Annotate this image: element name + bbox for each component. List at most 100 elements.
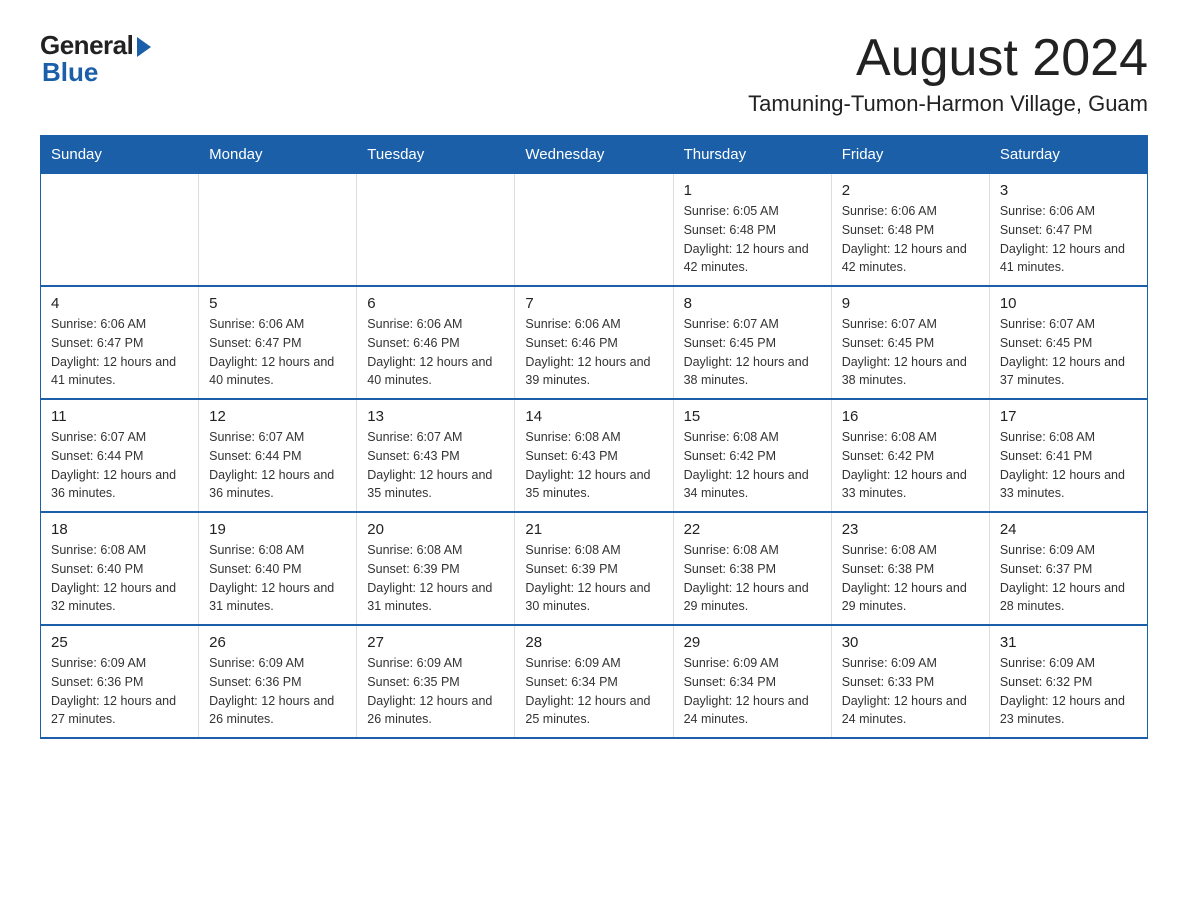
day-number: 5 xyxy=(209,295,346,312)
table-row: 18 Sunrise: 6:08 AMSunset: 6:40 PMDayligh… xyxy=(41,512,199,625)
day-info: Sunrise: 6:06 AMSunset: 6:47 PMDaylight:… xyxy=(209,315,346,390)
header-thursday: Thursday xyxy=(673,136,831,174)
day-number: 15 xyxy=(684,408,821,425)
day-number: 13 xyxy=(367,408,504,425)
day-info: Sunrise: 6:08 AMSunset: 6:38 PMDaylight:… xyxy=(842,541,979,616)
location-title: Tamuning-Tumon-Harmon Village, Guam xyxy=(748,91,1148,117)
day-number: 6 xyxy=(367,295,504,312)
day-info: Sunrise: 6:09 AMSunset: 6:35 PMDaylight:… xyxy=(367,654,504,729)
table-row: 28 Sunrise: 6:09 AMSunset: 6:34 PMDayligh… xyxy=(515,625,673,738)
table-row: 6 Sunrise: 6:06 AMSunset: 6:46 PMDaylight… xyxy=(357,286,515,399)
table-row: 11 Sunrise: 6:07 AMSunset: 6:44 PMDayligh… xyxy=(41,399,199,512)
day-info: Sunrise: 6:08 AMSunset: 6:43 PMDaylight:… xyxy=(525,428,662,503)
day-info: Sunrise: 6:08 AMSunset: 6:42 PMDaylight:… xyxy=(842,428,979,503)
table-row xyxy=(515,174,673,287)
table-row: 25 Sunrise: 6:09 AMSunset: 6:36 PMDayligh… xyxy=(41,625,199,738)
day-info: Sunrise: 6:07 AMSunset: 6:44 PMDaylight:… xyxy=(51,428,188,503)
table-row: 27 Sunrise: 6:09 AMSunset: 6:35 PMDayligh… xyxy=(357,625,515,738)
day-number: 30 xyxy=(842,634,979,651)
day-info: Sunrise: 6:09 AMSunset: 6:34 PMDaylight:… xyxy=(684,654,821,729)
day-number: 20 xyxy=(367,521,504,538)
day-info: Sunrise: 6:08 AMSunset: 6:39 PMDaylight:… xyxy=(367,541,504,616)
day-number: 11 xyxy=(51,408,188,425)
day-number: 27 xyxy=(367,634,504,651)
day-info: Sunrise: 6:07 AMSunset: 6:44 PMDaylight:… xyxy=(209,428,346,503)
day-info: Sunrise: 6:06 AMSunset: 6:48 PMDaylight:… xyxy=(842,202,979,277)
day-number: 28 xyxy=(525,634,662,651)
logo-blue-text: Blue xyxy=(42,57,98,88)
logo: General Blue xyxy=(40,30,151,88)
day-info: Sunrise: 6:09 AMSunset: 6:36 PMDaylight:… xyxy=(51,654,188,729)
table-row: 5 Sunrise: 6:06 AMSunset: 6:47 PMDaylight… xyxy=(199,286,357,399)
logo-arrow-icon xyxy=(137,37,151,57)
day-number: 22 xyxy=(684,521,821,538)
day-info: Sunrise: 6:09 AMSunset: 6:34 PMDaylight:… xyxy=(525,654,662,729)
table-row: 2Sunrise: 6:06 AMSunset: 6:48 PMDaylight… xyxy=(831,174,989,287)
day-info: Sunrise: 6:06 AMSunset: 6:47 PMDaylight:… xyxy=(51,315,188,390)
day-number: 7 xyxy=(525,295,662,312)
table-row: 20 Sunrise: 6:08 AMSunset: 6:39 PMDayligh… xyxy=(357,512,515,625)
day-number: 21 xyxy=(525,521,662,538)
day-number: 18 xyxy=(51,521,188,538)
calendar-body: 1Sunrise: 6:05 AMSunset: 6:48 PMDaylight… xyxy=(41,174,1148,739)
table-row: 17 Sunrise: 6:08 AMSunset: 6:41 PMDayligh… xyxy=(989,399,1147,512)
table-row: 3Sunrise: 6:06 AMSunset: 6:47 PMDaylight… xyxy=(989,174,1147,287)
header-sunday: Sunday xyxy=(41,136,199,174)
day-info: Sunrise: 6:05 AMSunset: 6:48 PMDaylight:… xyxy=(684,202,821,277)
day-number: 9 xyxy=(842,295,979,312)
day-info: Sunrise: 6:06 AMSunset: 6:46 PMDaylight:… xyxy=(367,315,504,390)
day-number: 14 xyxy=(525,408,662,425)
table-row: 24 Sunrise: 6:09 AMSunset: 6:37 PMDayligh… xyxy=(989,512,1147,625)
table-row: 12Sunrise: 6:07 AMSunset: 6:44 PMDayligh… xyxy=(199,399,357,512)
day-info: Sunrise: 6:08 AMSunset: 6:41 PMDaylight:… xyxy=(1000,428,1137,503)
day-number: 4 xyxy=(51,295,188,312)
calendar-header: Sunday Monday Tuesday Wednesday Thursday… xyxy=(41,136,1148,174)
day-number: 29 xyxy=(684,634,821,651)
day-info: Sunrise: 6:09 AMSunset: 6:33 PMDaylight:… xyxy=(842,654,979,729)
header-friday: Friday xyxy=(831,136,989,174)
table-row xyxy=(357,174,515,287)
header-monday: Monday xyxy=(199,136,357,174)
day-number: 23 xyxy=(842,521,979,538)
day-number: 19 xyxy=(209,521,346,538)
day-number: 25 xyxy=(51,634,188,651)
table-row: 29 Sunrise: 6:09 AMSunset: 6:34 PMDayligh… xyxy=(673,625,831,738)
day-info: Sunrise: 6:08 AMSunset: 6:40 PMDaylight:… xyxy=(209,541,346,616)
table-row: 21 Sunrise: 6:08 AMSunset: 6:39 PMDayligh… xyxy=(515,512,673,625)
table-row: 10Sunrise: 6:07 AMSunset: 6:45 PMDayligh… xyxy=(989,286,1147,399)
table-row: 26 Sunrise: 6:09 AMSunset: 6:36 PMDayligh… xyxy=(199,625,357,738)
month-year-title: August 2024 xyxy=(748,30,1148,87)
table-row: 8Sunrise: 6:07 AMSunset: 6:45 PMDaylight… xyxy=(673,286,831,399)
day-info: Sunrise: 6:07 AMSunset: 6:43 PMDaylight:… xyxy=(367,428,504,503)
table-row: 30 Sunrise: 6:09 AMSunset: 6:33 PMDayligh… xyxy=(831,625,989,738)
table-row: 23 Sunrise: 6:08 AMSunset: 6:38 PMDayligh… xyxy=(831,512,989,625)
table-row: 1Sunrise: 6:05 AMSunset: 6:48 PMDaylight… xyxy=(673,174,831,287)
day-number: 10 xyxy=(1000,295,1137,312)
day-number: 26 xyxy=(209,634,346,651)
table-row: 7 Sunrise: 6:06 AMSunset: 6:46 PMDaylight… xyxy=(515,286,673,399)
calendar-table: Sunday Monday Tuesday Wednesday Thursday… xyxy=(40,135,1148,739)
day-info: Sunrise: 6:08 AMSunset: 6:39 PMDaylight:… xyxy=(525,541,662,616)
day-info: Sunrise: 6:06 AMSunset: 6:46 PMDaylight:… xyxy=(525,315,662,390)
header-tuesday: Tuesday xyxy=(357,136,515,174)
table-row: 13 Sunrise: 6:07 AMSunset: 6:43 PMDayligh… xyxy=(357,399,515,512)
day-info: Sunrise: 6:08 AMSunset: 6:42 PMDaylight:… xyxy=(684,428,821,503)
header-saturday: Saturday xyxy=(989,136,1147,174)
day-info: Sunrise: 6:09 AMSunset: 6:37 PMDaylight:… xyxy=(1000,541,1137,616)
day-number: 17 xyxy=(1000,408,1137,425)
table-row: 9 Sunrise: 6:07 AMSunset: 6:45 PMDaylight… xyxy=(831,286,989,399)
table-row: 15 Sunrise: 6:08 AMSunset: 6:42 PMDayligh… xyxy=(673,399,831,512)
day-number: 3 xyxy=(1000,182,1137,199)
day-info: Sunrise: 6:08 AMSunset: 6:40 PMDaylight:… xyxy=(51,541,188,616)
day-number: 24 xyxy=(1000,521,1137,538)
table-row: 16 Sunrise: 6:08 AMSunset: 6:42 PMDayligh… xyxy=(831,399,989,512)
table-row: 14 Sunrise: 6:08 AMSunset: 6:43 PMDayligh… xyxy=(515,399,673,512)
title-block: August 2024 Tamuning-Tumon-Harmon Villag… xyxy=(748,30,1148,117)
table-row xyxy=(199,174,357,287)
table-row: 22Sunrise: 6:08 AMSunset: 6:38 PMDayligh… xyxy=(673,512,831,625)
day-info: Sunrise: 6:09 AMSunset: 6:36 PMDaylight:… xyxy=(209,654,346,729)
table-row: 19 Sunrise: 6:08 AMSunset: 6:40 PMDayligh… xyxy=(199,512,357,625)
day-info: Sunrise: 6:07 AMSunset: 6:45 PMDaylight:… xyxy=(842,315,979,390)
header-wednesday: Wednesday xyxy=(515,136,673,174)
day-number: 16 xyxy=(842,408,979,425)
